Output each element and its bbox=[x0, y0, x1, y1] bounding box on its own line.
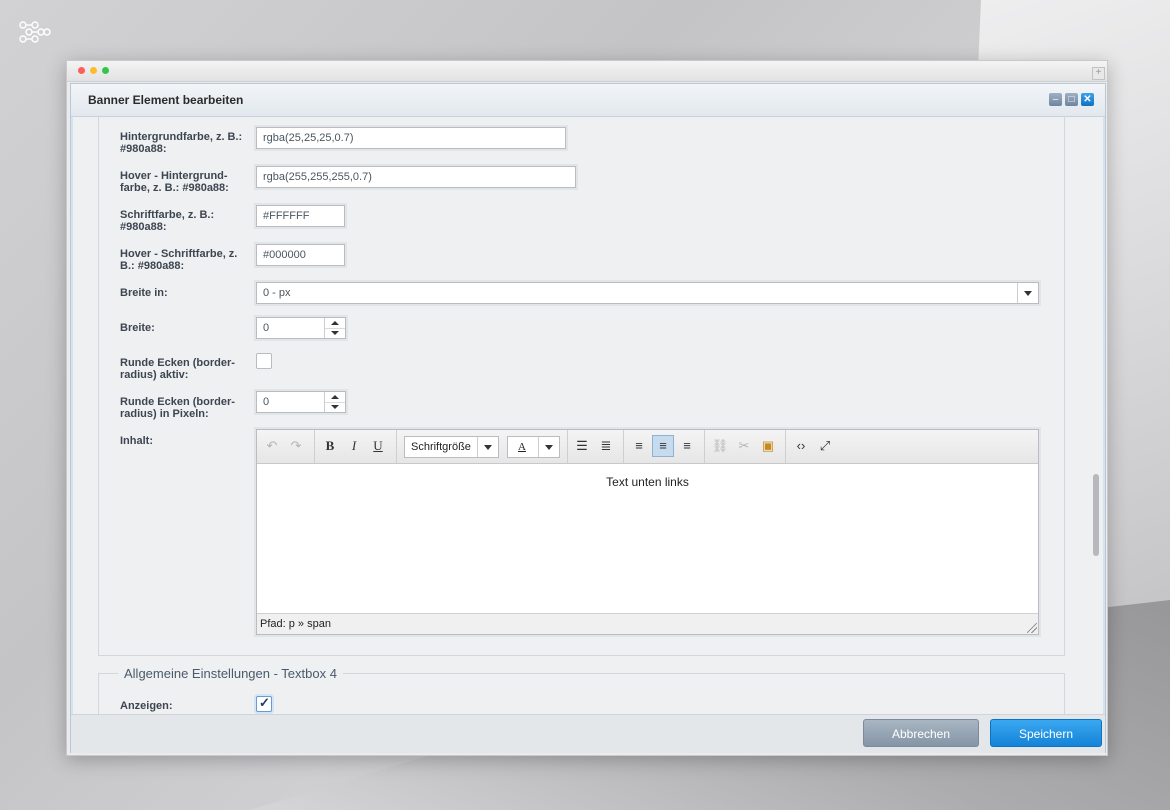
link-icon[interactable]: ⛓ bbox=[709, 435, 731, 457]
show-checkbox[interactable] bbox=[256, 695, 272, 712]
width-stepper[interactable]: 0 bbox=[256, 317, 346, 339]
rounded-px-label: Runde Ecken (border-radius) in Pixeln: bbox=[120, 396, 235, 420]
width-value: 0 bbox=[263, 322, 270, 334]
bg-color-label: Hintergrundfarbe, z. B.: #980a88: bbox=[120, 131, 243, 155]
editor-path: Pfad: p » span bbox=[260, 618, 331, 630]
bold-icon[interactable]: B bbox=[319, 435, 341, 457]
editor-content-area[interactable]: Text unten links bbox=[257, 464, 1038, 612]
width-unit-value: 0 - px bbox=[263, 287, 291, 299]
rounded-active-checkbox[interactable] bbox=[256, 353, 272, 369]
maximize-icon[interactable]: □ bbox=[1065, 93, 1078, 106]
close-icon[interactable]: ✕ bbox=[1081, 93, 1094, 106]
editor-path-bar: Pfad: p » span bbox=[257, 613, 1038, 634]
new-tab-icon[interactable]: + bbox=[1092, 67, 1105, 80]
font-size-label: Schriftgröße bbox=[411, 441, 471, 453]
hover-font-color-input[interactable]: #000000 bbox=[256, 244, 345, 266]
redo-icon[interactable]: ↷ bbox=[285, 435, 307, 457]
width-label: Breite: bbox=[120, 322, 155, 334]
width-unit-select[interactable]: 0 - px bbox=[256, 282, 1039, 304]
image-icon[interactable]: ▣ bbox=[757, 435, 779, 457]
width-stepper-buttons bbox=[324, 318, 345, 338]
section-legend: Allgemeine Einstellungen - Textbox 4 bbox=[118, 666, 343, 681]
source-code-icon[interactable]: ‹› bbox=[790, 435, 812, 457]
unlink-icon[interactable]: ✂ bbox=[733, 435, 755, 457]
toolbar-divider bbox=[396, 430, 397, 463]
toolbar-divider bbox=[785, 430, 786, 463]
align-left-icon[interactable]: ≡ bbox=[628, 435, 650, 457]
save-button[interactable]: Speichern bbox=[990, 719, 1102, 747]
font-size-select[interactable]: Schriftgröße bbox=[404, 436, 499, 458]
toolbar-divider bbox=[567, 430, 568, 463]
bullet-list-icon[interactable]: ☰ bbox=[571, 435, 593, 457]
chevron-down-icon[interactable] bbox=[1017, 283, 1038, 303]
editor-toolbar: ↶ ↷ B I U Schriftgröße A ☰ ≣ ≡ ≡ ≡ ⛓ ✂ ▣… bbox=[257, 430, 1038, 464]
width-unit-label: Breite in: bbox=[120, 287, 168, 299]
scrollbar[interactable] bbox=[1091, 117, 1101, 714]
rich-text-editor: ↶ ↷ B I U Schriftgröße A ☰ ≣ ≡ ≡ ≡ ⛓ ✂ ▣… bbox=[256, 429, 1039, 635]
dialog-footer: Abbrechen Speichern bbox=[71, 714, 1105, 753]
toolbar-divider bbox=[704, 430, 705, 463]
dialog-title: Banner Element bearbeiten bbox=[88, 93, 244, 107]
minimize-window-icon[interactable] bbox=[90, 67, 97, 74]
toolbar-divider bbox=[623, 430, 624, 463]
dialog-header: Banner Element bearbeiten ‒ □ ✕ bbox=[71, 84, 1105, 117]
text-color-icon: A bbox=[518, 441, 526, 453]
hover-bg-color-label: Hover - Hintergrund-farbe, z. B.: #980a8… bbox=[120, 170, 229, 194]
resize-handle-icon[interactable] bbox=[1027, 623, 1037, 633]
app-logo-icon bbox=[19, 21, 51, 43]
align-center-icon[interactable]: ≡ bbox=[652, 435, 674, 457]
hover-font-color-label: Hover - Schriftfarbe, z. B.: #980a88: bbox=[120, 248, 238, 272]
italic-icon[interactable]: I bbox=[343, 435, 365, 457]
hover-bg-color-input[interactable]: rgba(255,255,255,0.7) bbox=[256, 166, 576, 188]
font-color-picker[interactable]: A bbox=[507, 436, 560, 458]
editor-text[interactable]: Text unten links bbox=[606, 475, 689, 489]
chevron-down-icon[interactable] bbox=[538, 437, 559, 457]
toolbar-divider bbox=[314, 430, 315, 463]
undo-icon[interactable]: ↶ bbox=[261, 435, 283, 457]
close-window-icon[interactable] bbox=[78, 67, 85, 74]
show-label: Anzeigen: bbox=[120, 700, 173, 712]
minimize-icon[interactable]: ‒ bbox=[1049, 93, 1062, 106]
edit-dialog: Banner Element bearbeiten ‒ □ ✕ Hintergr… bbox=[70, 83, 1106, 753]
rounded-px-value: 0 bbox=[263, 396, 270, 408]
cancel-button[interactable]: Abbrechen bbox=[863, 719, 979, 747]
scrollbar-thumb[interactable] bbox=[1093, 474, 1099, 556]
zoom-window-icon[interactable] bbox=[102, 67, 109, 74]
rounded-px-stepper-buttons bbox=[324, 392, 345, 412]
decrement-icon[interactable] bbox=[325, 402, 345, 412]
bg-color-input[interactable]: rgba(25,25,25,0.7) bbox=[256, 127, 566, 149]
align-right-icon[interactable]: ≡ bbox=[676, 435, 698, 457]
browser-window: + Banner Element bearbeiten ‒ □ ✕ Hinter… bbox=[66, 60, 1108, 756]
decrement-icon[interactable] bbox=[325, 328, 345, 338]
font-color-label: Schriftfarbe, z. B.: #980a88: bbox=[120, 209, 215, 233]
fullscreen-icon[interactable]: ⤢ bbox=[814, 435, 836, 457]
content-label: Inhalt: bbox=[120, 435, 153, 447]
underline-icon[interactable]: U bbox=[367, 435, 389, 457]
rounded-active-label: Runde Ecken (border-radius) aktiv: bbox=[120, 357, 235, 381]
font-color-input[interactable]: #FFFFFF bbox=[256, 205, 345, 227]
dialog-body: Hintergrundfarbe, z. B.: #980a88: rgba(2… bbox=[73, 117, 1103, 714]
chevron-down-icon[interactable] bbox=[477, 437, 498, 457]
numbered-list-icon[interactable]: ≣ bbox=[595, 435, 617, 457]
rounded-px-stepper[interactable]: 0 bbox=[256, 391, 346, 413]
window-titlebar: + bbox=[67, 61, 1107, 82]
